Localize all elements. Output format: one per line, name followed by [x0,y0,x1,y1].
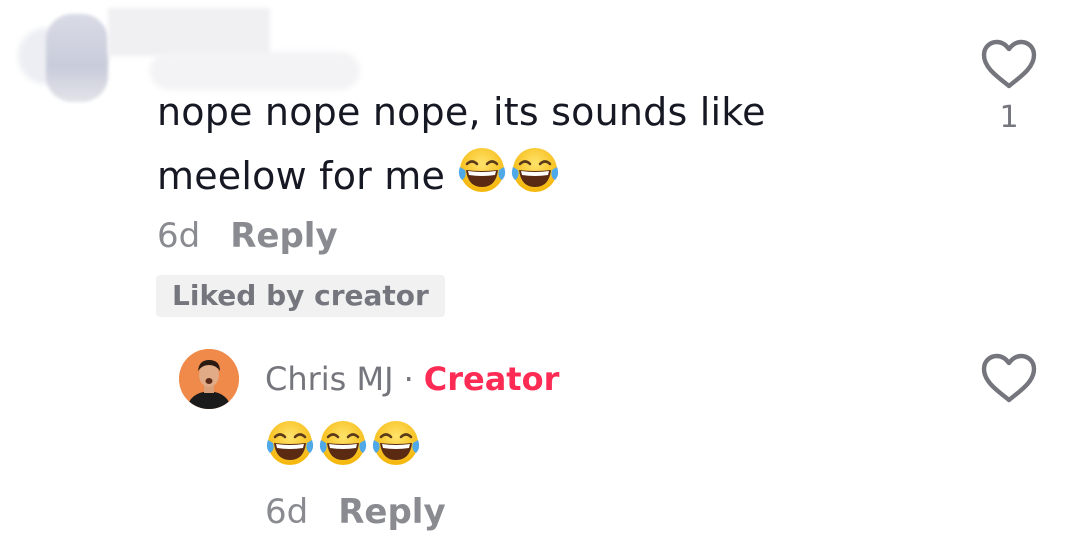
comment-text-line-1: nope nope nope, its sounds like [157,90,766,134]
comment-text-line-2: meelow for me [157,154,446,198]
laughing-emoji-icon [318,418,368,468]
heart-icon[interactable] [980,38,1038,90]
comment-body: nope nope nope, its sounds like meelow f… [157,80,857,208]
reply-author-name[interactable]: Chris MJ [265,360,394,398]
avatar[interactable] [179,349,239,409]
creator-badge: Creator [423,360,560,398]
reply-header: Chris MJ · Creator [265,357,559,401]
redacted-avatar [46,14,108,102]
reply-timestamp: 6d [265,492,309,532]
laughing-emoji-icon [510,145,560,195]
redacted-username [108,8,270,56]
laughing-emoji-icon [265,418,315,468]
laughing-emoji-icon [457,145,507,195]
reply-body [265,418,424,485]
reply-meta: 6d Reply [265,490,446,534]
comment-timestamp: 6d [157,216,201,256]
like-count: 1 [999,100,1019,135]
comment-text-line-2-row: meelow for me [157,144,857,208]
heart-icon[interactable] [980,352,1038,404]
separator-dot: · [403,360,414,398]
comment-meta: 6d Reply [157,214,338,258]
liked-by-creator-badge: Liked by creator [156,275,445,317]
reply-reply-button[interactable]: Reply [338,492,445,532]
laughing-emoji-icon [371,418,421,468]
comment-reply-button[interactable]: Reply [230,216,337,256]
